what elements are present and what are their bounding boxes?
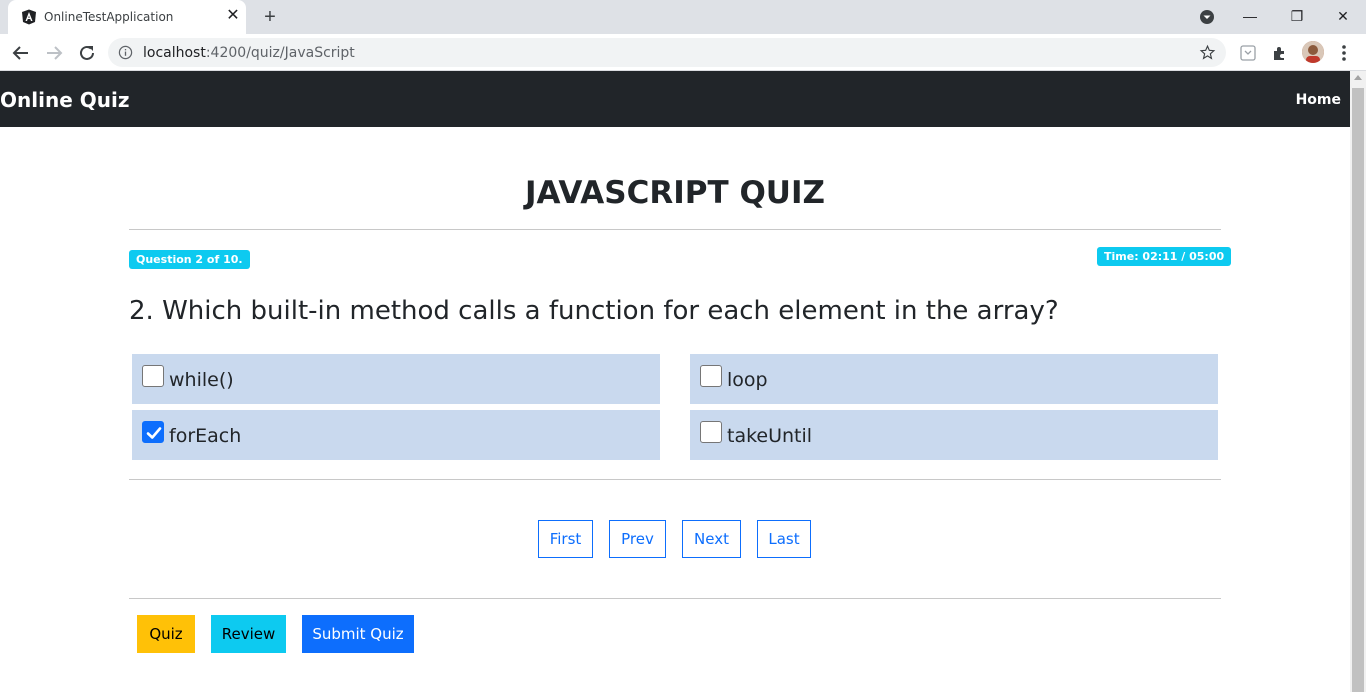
scrollbar-thumb[interactable] (1352, 88, 1364, 692)
angular-icon (22, 9, 36, 25)
extensions-puzzle-icon[interactable] (1270, 43, 1290, 63)
option-card[interactable]: forEach (132, 410, 660, 460)
option-checkbox[interactable] (142, 365, 164, 387)
minimize-icon[interactable]: — (1238, 4, 1262, 28)
tab-search-icon[interactable] (1198, 8, 1216, 26)
pager-divider (129, 598, 1221, 599)
submit-quiz-button[interactable]: Submit Quiz (302, 615, 414, 653)
timer-badge: Time: 02:11 / 05:00 (1097, 247, 1232, 266)
address-bar[interactable]: localhost:4200/quiz/JavaScript (108, 38, 1226, 67)
quiz-button[interactable]: Quiz (137, 615, 195, 653)
option-card[interactable]: while() (132, 354, 660, 404)
restore-icon[interactable]: ❐ (1285, 4, 1309, 28)
navbar: Online Quiz Home (0, 71, 1350, 127)
question-count-badge: Question 2 of 10. (129, 250, 250, 269)
last-button[interactable]: Last (757, 520, 811, 558)
browser-tabstrip: OnlineTestApplication ✕ + — ❐ ✕ (0, 0, 1366, 34)
option-card[interactable]: takeUntil (690, 410, 1218, 460)
url-path: :4200/quiz/JavaScript (205, 45, 355, 61)
bookmark-star-icon[interactable] (1199, 44, 1216, 61)
options-divider (129, 479, 1221, 480)
nav-link-home[interactable]: Home (1296, 92, 1341, 108)
url-host: localhost (143, 45, 206, 61)
scroll-up-arrow-icon[interactable] (1354, 75, 1362, 80)
first-button[interactable]: First (538, 520, 593, 558)
next-button[interactable]: Next (682, 520, 741, 558)
option-label: takeUntil (727, 425, 813, 447)
forward-icon[interactable] (42, 41, 66, 65)
site-info-icon[interactable] (118, 45, 133, 60)
profile-avatar[interactable] (1302, 41, 1324, 63)
reload-icon[interactable] (75, 41, 99, 65)
option-checkbox[interactable] (700, 421, 722, 443)
checkmark-icon (146, 427, 162, 439)
url-text: localhost:4200/quiz/JavaScript (143, 45, 355, 61)
option-label: loop (727, 369, 768, 391)
option-card[interactable]: loop (690, 354, 1218, 404)
window-close-icon[interactable]: ✕ (1331, 4, 1355, 28)
page-scrollbar[interactable] (1350, 71, 1366, 692)
back-icon[interactable] (9, 41, 33, 65)
prev-button[interactable]: Prev (609, 520, 666, 558)
navbar-brand[interactable]: Online Quiz (0, 88, 129, 112)
option-checkbox-checked[interactable] (142, 421, 164, 443)
tab-close-icon[interactable]: ✕ (224, 7, 242, 25)
browser-toolbar: localhost:4200/quiz/JavaScript (0, 34, 1366, 71)
page-viewport: Online Quiz Home JAVASCRIPT QUIZ Questio… (0, 71, 1350, 692)
option-label: forEach (169, 425, 242, 447)
reading-list-icon[interactable] (1238, 43, 1258, 63)
new-tab-icon[interactable]: + (258, 6, 282, 28)
browser-menu-icon[interactable] (1336, 43, 1352, 63)
avatar-image-icon (1302, 41, 1324, 63)
page-title: JAVASCRIPT QUIZ (525, 175, 825, 211)
option-label: while() (169, 369, 234, 391)
browser-tab[interactable]: OnlineTestApplication ✕ (8, 0, 246, 34)
review-button[interactable]: Review (211, 615, 286, 653)
tab-title: OnlineTestApplication (44, 10, 174, 24)
option-checkbox[interactable] (700, 365, 722, 387)
title-divider (129, 229, 1221, 230)
question-text: 2. Which built-in method calls a functio… (129, 296, 1059, 326)
